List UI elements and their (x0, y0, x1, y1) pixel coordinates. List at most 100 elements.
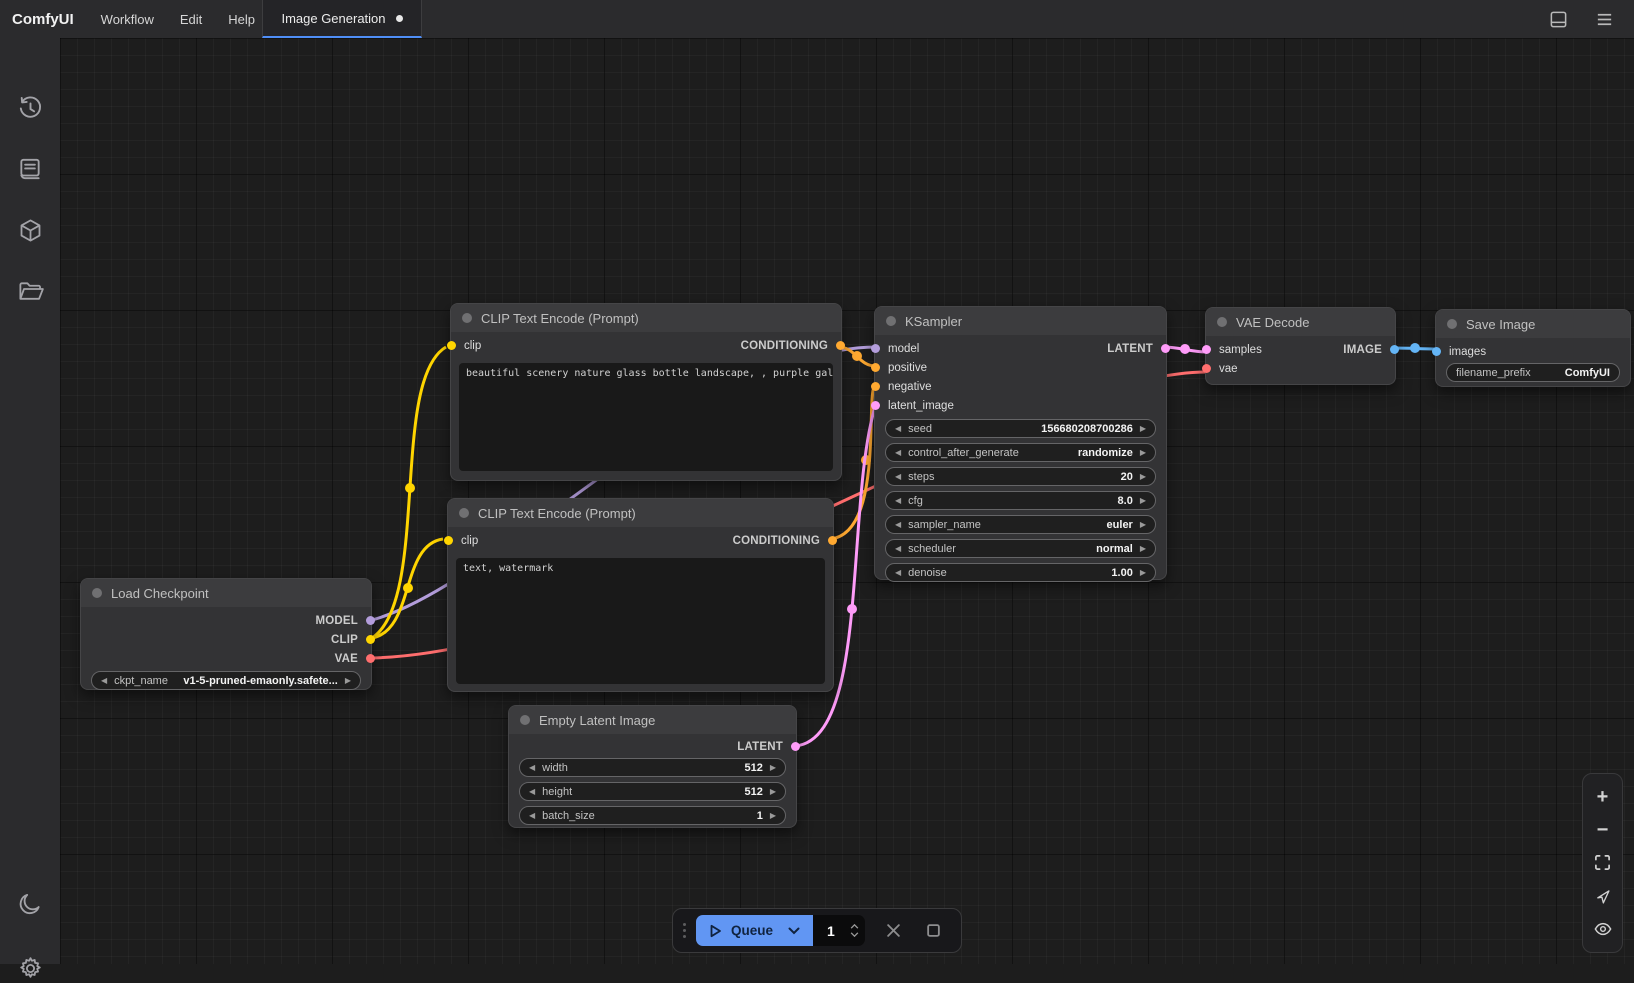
graph-canvas[interactable] (60, 38, 1634, 964)
output-clip-port[interactable] (366, 635, 375, 644)
increment-arrow-icon[interactable]: ▶ (1140, 569, 1146, 577)
zoom-in-button[interactable]: + (1592, 786, 1614, 808)
collapse-dot[interactable] (520, 715, 530, 725)
menu-edit[interactable]: Edit (167, 12, 215, 27)
seed-widget[interactable]: ◀ seed 156680208700286 ▶ (885, 419, 1156, 438)
prompt-textarea[interactable]: beautiful scenery nature glass bottle la… (459, 363, 833, 471)
collapse-dot[interactable] (459, 508, 469, 518)
node-ksampler[interactable]: KSampler model LATENT positive negative … (874, 306, 1167, 580)
settings-gear-icon[interactable] (15, 953, 45, 983)
node-title-bar[interactable]: Load Checkpoint (81, 579, 371, 607)
input-positive-port[interactable] (871, 363, 880, 372)
input-negative-port[interactable] (871, 382, 880, 391)
decrement-arrow-icon[interactable]: ◀ (101, 677, 107, 685)
increment-arrow-icon[interactable]: ▶ (1140, 521, 1146, 529)
steps-widget[interactable]: ◀ steps 20 ▶ (885, 467, 1156, 486)
workflows-folder-icon[interactable] (15, 276, 45, 306)
node-save-image[interactable]: Save Image images filename_prefix ComfyU… (1435, 309, 1631, 387)
input-clip-port[interactable] (444, 536, 453, 545)
count-decrement-icon[interactable] (850, 932, 859, 937)
increment-arrow-icon[interactable]: ▶ (1140, 473, 1146, 481)
decrement-arrow-icon[interactable]: ◀ (895, 449, 901, 457)
decrement-arrow-icon[interactable]: ◀ (529, 764, 535, 772)
stop-icon[interactable] (921, 919, 945, 943)
decrement-arrow-icon[interactable]: ◀ (895, 569, 901, 577)
decrement-arrow-icon[interactable]: ◀ (895, 545, 901, 553)
zoom-out-button[interactable]: − (1592, 819, 1614, 841)
bottom-panel-toggle-icon[interactable] (1546, 7, 1570, 31)
input-latent-image-port[interactable] (871, 401, 880, 410)
increment-arrow-icon[interactable]: ▶ (1140, 425, 1146, 433)
increment-arrow-icon[interactable]: ▶ (1140, 497, 1146, 505)
node-title-bar[interactable]: CLIP Text Encode (Prompt) (451, 304, 841, 332)
node-title-bar[interactable]: KSampler (875, 307, 1166, 335)
increment-arrow-icon[interactable]: ▶ (1140, 449, 1146, 457)
node-load-checkpoint[interactable]: Load Checkpoint MODEL CLIP VAE ◀ ckpt_na… (80, 578, 372, 690)
collapse-dot[interactable] (462, 313, 472, 323)
scheduler-widget[interactable]: ◀ scheduler normal ▶ (885, 539, 1156, 558)
hamburger-menu-icon[interactable] (1592, 7, 1616, 31)
queue-options-chevron-icon[interactable] (788, 927, 800, 935)
node-title-bar[interactable]: CLIP Text Encode (Prompt) (448, 499, 833, 527)
filename-prefix-widget[interactable]: filename_prefix ComfyUI (1446, 363, 1620, 382)
node-library-icon[interactable] (15, 154, 45, 184)
model-library-icon[interactable] (15, 215, 45, 245)
sampler-name-widget[interactable]: ◀ sampler_name euler ▶ (885, 515, 1156, 534)
decrement-arrow-icon[interactable]: ◀ (895, 521, 901, 529)
increment-arrow-icon[interactable]: ▶ (345, 677, 351, 685)
toggle-link-visibility-eye-icon[interactable] (1592, 918, 1614, 940)
input-model-port[interactable] (871, 344, 880, 353)
prompt-textarea[interactable]: text, watermark (456, 558, 825, 684)
node-title-bar[interactable]: Empty Latent Image (509, 706, 796, 734)
node-title-bar[interactable]: Save Image (1436, 310, 1630, 338)
clear-queue-icon[interactable] (881, 919, 905, 943)
menu-help[interactable]: Help (215, 12, 268, 27)
increment-arrow-icon[interactable]: ▶ (770, 764, 776, 772)
output-conditioning-port[interactable] (836, 341, 845, 350)
decrement-arrow-icon[interactable]: ◀ (529, 812, 535, 820)
denoise-widget[interactable]: ◀ denoise 1.00 ▶ (885, 563, 1156, 582)
decrement-arrow-icon[interactable]: ◀ (529, 788, 535, 796)
input-vae-port[interactable] (1202, 364, 1211, 373)
increment-arrow-icon[interactable]: ▶ (1140, 545, 1146, 553)
collapse-dot[interactable] (1217, 317, 1227, 327)
increment-arrow-icon[interactable]: ▶ (770, 812, 776, 820)
output-vae-port[interactable] (366, 654, 375, 663)
collapse-dot[interactable] (92, 588, 102, 598)
height-widget[interactable]: ◀ height 512 ▶ (519, 782, 786, 801)
ckpt-name-widget[interactable]: ◀ ckpt_name v1-5-pruned-emaonly.safete..… (91, 671, 361, 690)
output-conditioning-port[interactable] (828, 536, 837, 545)
theme-toggle-moon-icon[interactable] (15, 889, 45, 919)
output-latent-port[interactable] (791, 742, 800, 751)
output-image-port[interactable] (1390, 345, 1399, 354)
node-clip-text-encode-negative[interactable]: CLIP Text Encode (Prompt) clip CONDITION… (447, 498, 834, 692)
node-empty-latent-image[interactable]: Empty Latent Image LATENT ◀ width 512 ▶ … (508, 705, 797, 828)
node-title-bar[interactable]: VAE Decode (1206, 308, 1395, 336)
node-clip-text-encode-positive[interactable]: CLIP Text Encode (Prompt) clip CONDITION… (450, 303, 842, 481)
drag-handle[interactable] (683, 923, 686, 938)
control-after-generate-widget[interactable]: ◀ control_after_generate randomize ▶ (885, 443, 1156, 462)
increment-arrow-icon[interactable]: ▶ (770, 788, 776, 796)
batch-count-input[interactable]: 1 (813, 915, 865, 946)
fit-view-button[interactable] (1592, 852, 1614, 874)
collapse-dot[interactable] (1447, 319, 1457, 329)
output-model-port[interactable] (366, 616, 375, 625)
decrement-arrow-icon[interactable]: ◀ (895, 425, 901, 433)
queue-button[interactable]: Queue (696, 915, 813, 946)
input-images-port[interactable] (1432, 347, 1441, 356)
menu-workflow[interactable]: Workflow (88, 12, 167, 27)
node-vae-decode[interactable]: VAE Decode samples IMAGE vae (1205, 307, 1396, 385)
cfg-widget[interactable]: ◀ cfg 8.0 ▶ (885, 491, 1156, 510)
count-increment-icon[interactable] (850, 924, 859, 929)
workflow-tab[interactable]: Image Generation (262, 0, 422, 38)
input-samples-port[interactable] (1202, 345, 1211, 354)
batch-size-widget[interactable]: ◀ batch_size 1 ▶ (519, 806, 786, 825)
select-mode-cursor-icon[interactable] (1592, 885, 1614, 907)
width-widget[interactable]: ◀ width 512 ▶ (519, 758, 786, 777)
input-clip-port[interactable] (447, 341, 456, 350)
decrement-arrow-icon[interactable]: ◀ (895, 497, 901, 505)
queue-history-icon[interactable] (15, 93, 45, 123)
output-latent-port[interactable] (1161, 344, 1170, 353)
collapse-dot[interactable] (886, 316, 896, 326)
decrement-arrow-icon[interactable]: ◀ (895, 473, 901, 481)
